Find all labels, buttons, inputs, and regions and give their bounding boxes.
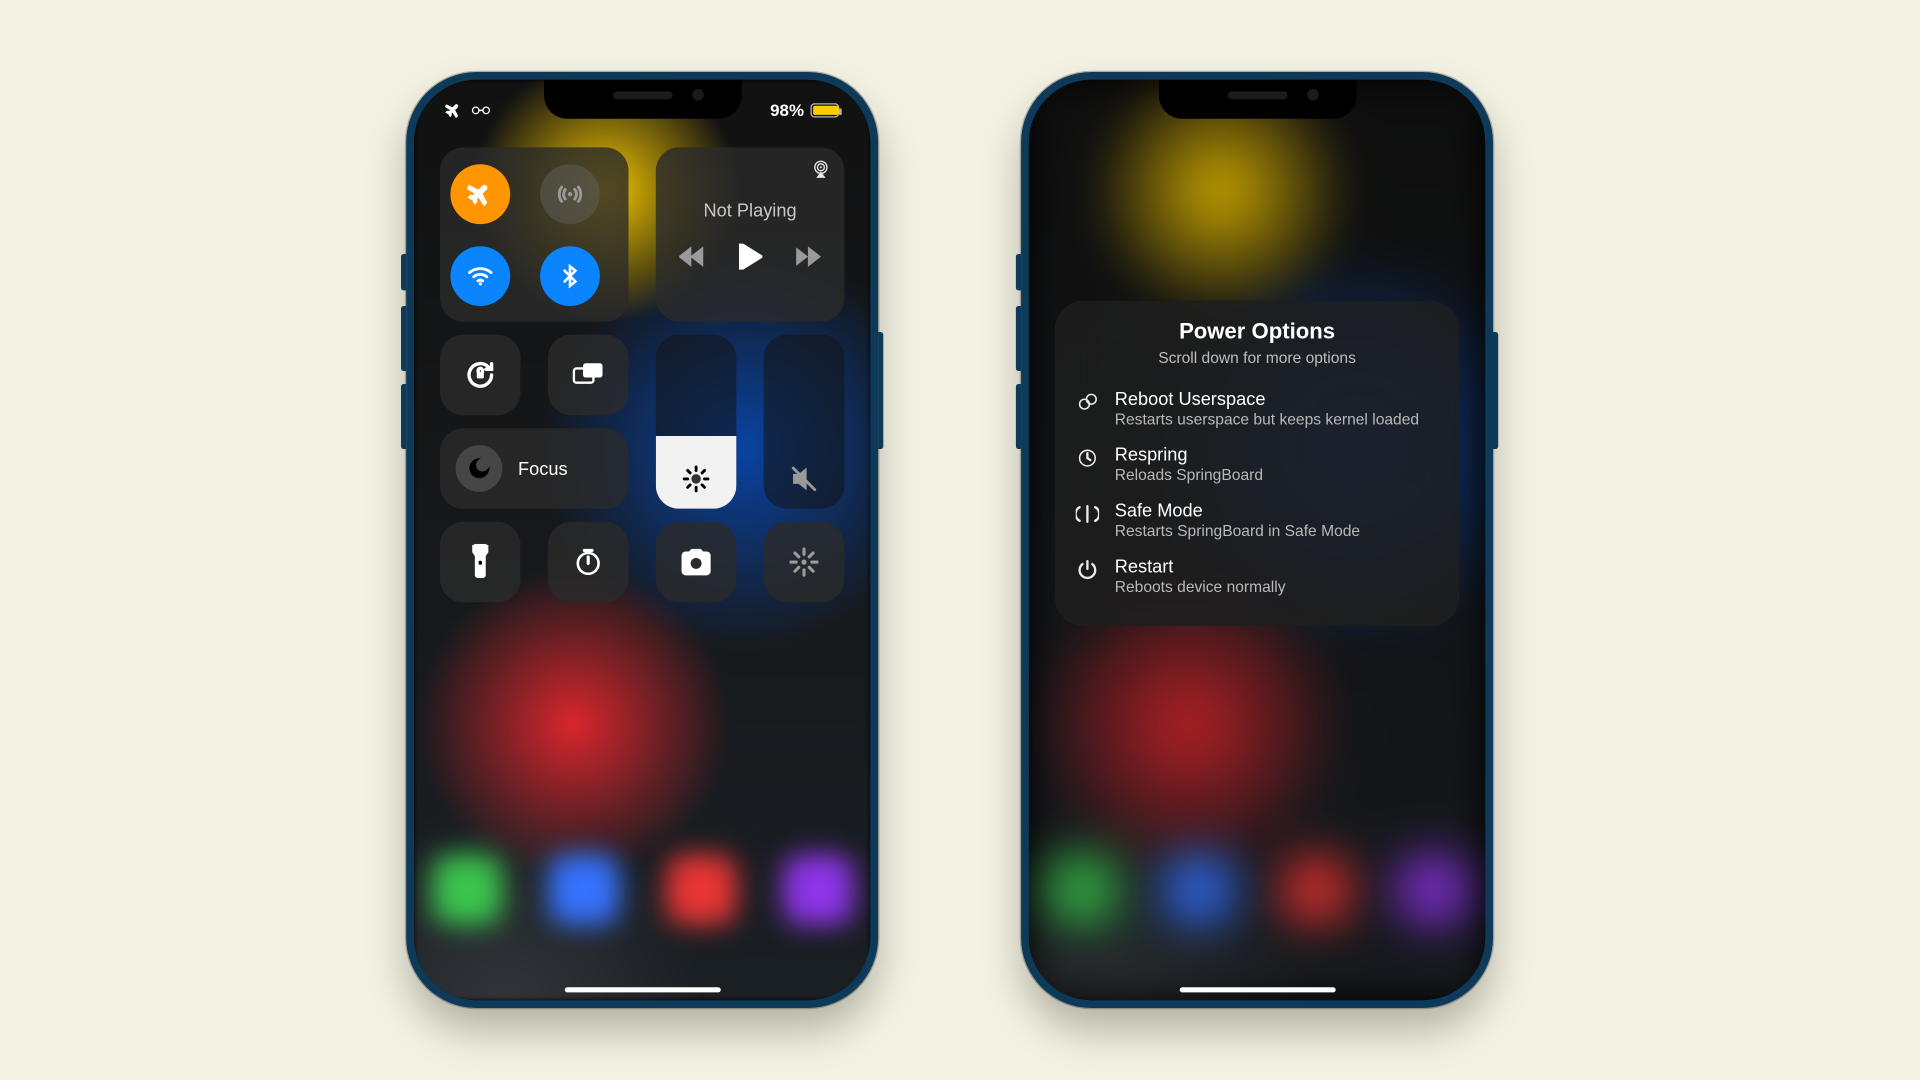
dock-blur [414, 855, 870, 964]
moon-icon [456, 445, 503, 492]
play-icon[interactable] [738, 244, 761, 270]
media-transport [679, 244, 822, 270]
camera-icon [679, 548, 713, 577]
rotation-lock-icon [463, 358, 497, 392]
timer-icon [573, 547, 604, 578]
battery-fill [813, 105, 838, 114]
airplane-icon [445, 101, 462, 118]
timer-button[interactable] [548, 522, 629, 603]
airplane-icon [467, 181, 493, 207]
bluetooth-toggle[interactable] [539, 246, 599, 306]
phone-control-center: 98% [406, 72, 878, 1008]
battery-icon [811, 103, 840, 117]
volume-slider[interactable] [764, 335, 845, 509]
screen: 98% [414, 80, 870, 1000]
safe-mode-icon [1073, 502, 1102, 525]
menu-title: Power Options [1073, 319, 1441, 345]
phone-power-options: Power Options Scroll down for more optio… [1021, 72, 1493, 1008]
power-icon [1073, 558, 1102, 581]
volume-muted-icon [790, 465, 819, 494]
screen: Power Options Scroll down for more optio… [1029, 80, 1485, 1000]
volume-down-button [401, 384, 406, 449]
flashlight-toggle[interactable] [440, 522, 521, 603]
volume-up-button [1016, 306, 1021, 371]
userspace-icon [1073, 391, 1102, 414]
menu-item-desc: Reboots device normally [1115, 578, 1286, 596]
airplay-icon[interactable] [811, 158, 832, 179]
volume-down-button [1016, 384, 1021, 449]
switch-silence [401, 254, 406, 290]
respring-icon [1073, 446, 1102, 469]
menu-bottom-fade [1055, 600, 1459, 626]
notch [543, 80, 741, 119]
camera-button[interactable] [656, 522, 737, 603]
menu-item-desc: Restarts userspace but keeps kernel load… [1115, 410, 1419, 428]
menu-item-respring[interactable]: Respring Reloads SpringBoard [1073, 436, 1441, 492]
menu-item-desc: Restarts SpringBoard in Safe Mode [1115, 522, 1360, 540]
menu-item-desc: Reloads SpringBoard [1115, 466, 1263, 484]
menu-item-reboot-userspace[interactable]: Reboot Userspace Restarts userspace but … [1073, 380, 1441, 436]
cellular-toggle[interactable] [539, 164, 599, 224]
screen-mirroring-icon [571, 361, 605, 390]
menu-item-title: Restart [1115, 556, 1286, 577]
menu-item-title: Reboot Userspace [1115, 388, 1419, 409]
battery-percent: 98% [770, 100, 804, 120]
home-indicator[interactable] [564, 987, 720, 992]
focus-toggle[interactable]: Focus [440, 428, 629, 509]
wifi-icon [466, 261, 495, 290]
notch [1158, 80, 1356, 119]
forward-icon[interactable] [796, 246, 822, 267]
side-power-button [1493, 332, 1498, 449]
rotation-lock-toggle[interactable] [440, 335, 521, 416]
switch-silence [1016, 254, 1021, 290]
status-left [445, 101, 491, 118]
control-center: Not Playing [440, 147, 844, 602]
stage: 98% [3, 20, 1917, 1060]
menu-item-title: Respring [1115, 444, 1263, 465]
wifi-toggle[interactable] [450, 246, 510, 306]
media-module[interactable]: Not Playing [656, 147, 845, 321]
rewind-icon[interactable] [679, 246, 705, 267]
antenna-icon [555, 179, 584, 208]
screen-mirroring-toggle[interactable] [548, 335, 629, 416]
volume-up-button [401, 306, 406, 371]
power-options-menu[interactable]: Power Options Scroll down for more optio… [1055, 301, 1459, 626]
menu-item-safe-mode[interactable]: Safe Mode Restarts SpringBoard in Safe M… [1073, 492, 1441, 548]
airplane-toggle[interactable] [450, 164, 510, 224]
menu-item-title: Safe Mode [1115, 500, 1360, 521]
power-options-button[interactable]: path{stroke:currentColor;stroke-width:2.… [764, 522, 845, 603]
menu-item-restart[interactable]: Restart Reboots device normally [1073, 548, 1441, 604]
bluetooth-icon [556, 262, 582, 288]
connectivity-module [440, 147, 629, 321]
hotspot-icon [471, 103, 491, 117]
focus-label: Focus [518, 458, 568, 479]
sun-icon [682, 465, 711, 494]
status-right: 98% [770, 100, 839, 120]
brightness-slider[interactable] [656, 335, 737, 509]
flashlight-icon [471, 544, 489, 580]
home-indicator[interactable] [1179, 987, 1335, 992]
media-title: Not Playing [704, 199, 797, 220]
menu-subtitle: Scroll down for more options [1073, 349, 1441, 367]
side-power-button [878, 332, 883, 449]
dock-blur [1029, 855, 1485, 964]
burst-icon: path{stroke:currentColor;stroke-width:2.… [788, 547, 819, 578]
